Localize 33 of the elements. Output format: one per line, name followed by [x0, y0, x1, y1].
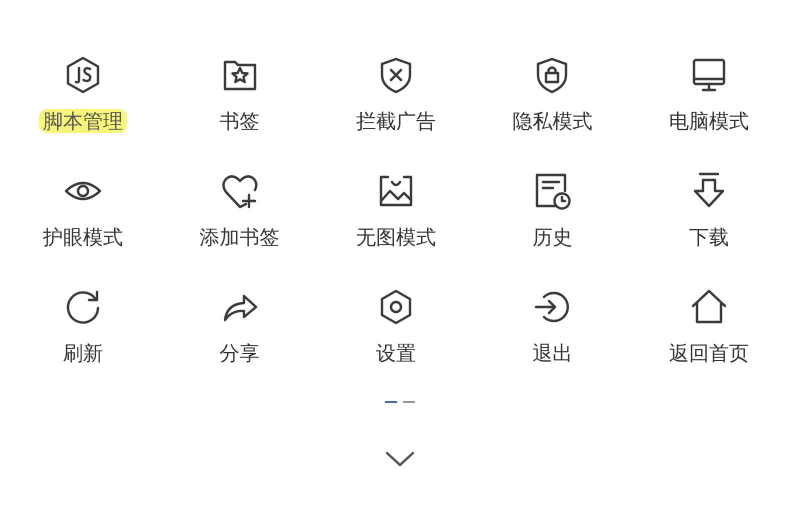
- menu-label: 脚本管理: [39, 109, 128, 133]
- menu-label: 退出: [531, 341, 574, 365]
- menu-label: 隐私模式: [511, 109, 594, 133]
- menu-item[interactable]: 设置: [318, 287, 474, 365]
- menu-item[interactable]: 添加书签: [161, 171, 318, 249]
- menu-item[interactable]: 下载: [630, 171, 787, 249]
- menu-label: 拦截广告: [354, 109, 437, 133]
- menu-label: 电脑模式: [668, 109, 750, 133]
- menu-label: 书签: [218, 109, 261, 133]
- page-indicator[interactable]: [385, 401, 397, 403]
- menu-label: 分享: [218, 341, 261, 365]
- menu-label: 护眼模式: [42, 225, 124, 249]
- menu-item[interactable]: 脚本管理: [5, 55, 162, 133]
- menu-label: 添加书签: [198, 225, 281, 249]
- menu-label: 设置: [374, 341, 417, 365]
- menu-label: 下载: [688, 225, 730, 249]
- menu-label: 无图模式: [354, 225, 437, 249]
- menu-item[interactable]: 返回首页: [630, 287, 787, 365]
- menu-item[interactable]: 隐私模式: [474, 55, 631, 133]
- menu-item[interactable]: 护眼模式: [5, 171, 162, 249]
- menu-label: 历史: [531, 225, 574, 249]
- menu-item[interactable]: 无图模式: [318, 171, 474, 249]
- menu-item[interactable]: 拦截广告: [318, 55, 474, 133]
- menu-item[interactable]: 刷新: [5, 287, 162, 365]
- menu-item[interactable]: 历史: [474, 171, 631, 249]
- menu-label: 返回首页: [668, 341, 750, 365]
- menu-label: 刷新: [62, 341, 104, 365]
- menu-item[interactable]: 电脑模式: [630, 55, 787, 133]
- chevron-down-icon[interactable]: [385, 451, 415, 467]
- menu-item[interactable]: 退出: [474, 287, 631, 365]
- menu-item[interactable]: 分享: [161, 287, 318, 365]
- page-indicator[interactable]: [403, 401, 415, 403]
- menu-item[interactable]: 书签: [161, 55, 318, 133]
